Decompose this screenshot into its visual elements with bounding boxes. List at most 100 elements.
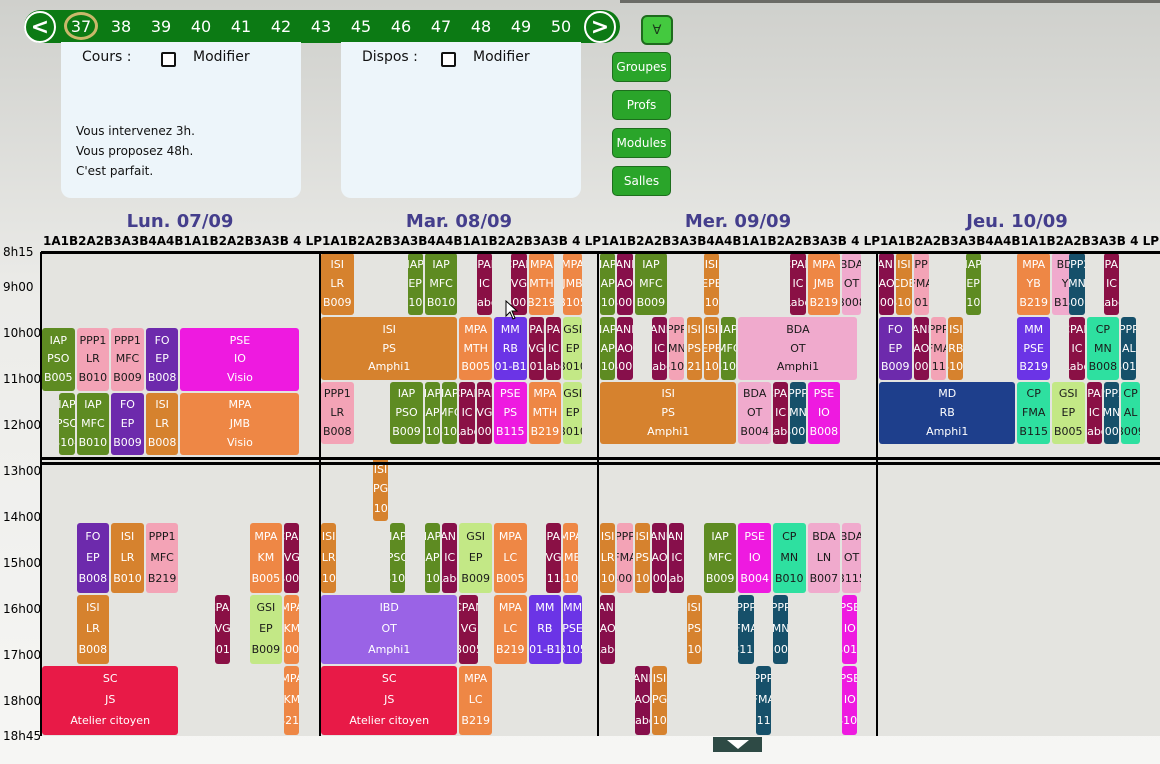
week-45[interactable]: 45 — [341, 10, 381, 43]
course-block[interactable]: MM PSE B219 — [1017, 317, 1050, 380]
course-block[interactable]: IAP PSO B102 — [390, 523, 406, 593]
course-block[interactable]: ISI LR B010 — [111, 523, 144, 593]
course-block[interactable]: PPP MN B009 — [790, 381, 806, 445]
course-block[interactable]: ISI PG B101 — [372, 457, 389, 522]
course-block[interactable]: ISI LR B009 — [321, 253, 354, 316]
course-block[interactable]: CP MN B010 — [773, 523, 806, 593]
course-block[interactable]: CPAN VG B005 — [459, 594, 479, 664]
course-block[interactable]: MPA LC B219 — [459, 665, 492, 735]
course-block[interactable]: ANI AO B005 — [879, 253, 895, 316]
course-block[interactable]: CPAN VG B115 — [545, 523, 562, 593]
course-block[interactable]: ANI AO B005 — [913, 317, 929, 380]
course-block[interactable]: ISI PS B102 — [634, 523, 650, 593]
course-block[interactable]: MPA KM B005 — [249, 523, 283, 593]
course-block[interactable]: CP MN B008 — [1086, 317, 1120, 380]
course-block[interactable]: PPP2 MN B008 — [1069, 253, 1085, 316]
course-block[interactable]: SC JS Atelier citoyen — [42, 665, 179, 735]
cours-modify-checkbox[interactable] — [161, 52, 176, 67]
course-block[interactable]: FO EP B009 — [879, 317, 912, 380]
scroll-down-button[interactable] — [713, 737, 762, 752]
groupes-button[interactable]: Groupes — [612, 52, 671, 82]
course-block[interactable]: IAP MFC B009 — [634, 253, 668, 316]
course-block[interactable]: IBD OT Amphi1 — [321, 594, 458, 664]
course-block[interactable]: CPAN IC Labo — [459, 381, 475, 445]
course-block[interactable]: PPP AL B010 — [1121, 317, 1137, 380]
week-41[interactable]: 41 — [221, 10, 261, 43]
course-block[interactable]: ISI LR B106 — [321, 523, 337, 593]
course-block[interactable]: PSE IO B008 — [807, 381, 841, 445]
course-block[interactable]: IAP MFC B010 — [424, 253, 458, 316]
course-block[interactable]: CP AL B009 — [1121, 381, 1140, 445]
dispos-modify-checkbox[interactable] — [441, 52, 456, 67]
course-block[interactable]: IAP MFC B009 — [703, 523, 737, 593]
course-block[interactable]: PPP1 LR B008 — [321, 381, 354, 445]
week-40[interactable]: 40 — [181, 10, 221, 43]
course-block[interactable]: FO EP B009 — [111, 392, 144, 455]
course-block[interactable]: ANI AO B005 — [651, 523, 668, 593]
course-block[interactable]: MPA LC B219 — [494, 594, 527, 664]
course-block[interactable]: BDA OT Amphi1 — [738, 317, 858, 380]
course-block[interactable]: MPA JMB B105 — [563, 253, 582, 316]
course-block[interactable]: IAP PSO B005 — [42, 328, 75, 391]
course-block[interactable]: ANI AO Labo — [600, 594, 616, 664]
any-week-button[interactable]: ∀ — [641, 15, 673, 45]
course-block[interactable]: IAP EP B106 — [965, 253, 981, 316]
course-block[interactable]: IAP AP B101 — [424, 381, 441, 445]
profs-button[interactable]: Profs — [612, 90, 671, 120]
week-39[interactable]: 39 — [141, 10, 181, 43]
course-block[interactable]: MM RB B101-B102 — [528, 594, 562, 664]
course-block[interactable]: CPAN IC Labo — [790, 253, 806, 316]
course-block[interactable]: MPA KM B219 — [284, 665, 300, 735]
course-block[interactable]: PPP MN B101 — [669, 317, 685, 380]
week-38[interactable]: 38 — [101, 10, 141, 43]
course-block[interactable]: MM RB B101-B102 — [494, 317, 527, 380]
course-block[interactable]: PSE IO Visio — [180, 328, 300, 391]
course-block[interactable]: MPA LC B005 — [494, 523, 527, 593]
course-block[interactable]: GSI EP B009 — [249, 594, 283, 664]
week-47[interactable]: 47 — [421, 10, 461, 43]
course-block[interactable]: ISI PS B104 — [686, 594, 702, 664]
week-42[interactable]: 42 — [261, 10, 301, 43]
course-block[interactable]: MM PSE B105 — [563, 594, 582, 664]
course-block[interactable]: IAP AP B101 — [424, 523, 441, 593]
course-block[interactable]: BDA OT B115 — [842, 523, 861, 593]
course-block[interactable]: IAP MFC B102 — [442, 381, 458, 445]
previous-week-button[interactable]: < — [24, 11, 56, 43]
course-block[interactable]: IAP MFC B010 — [76, 392, 110, 455]
course-block[interactable]: CPAN IC Labo — [1103, 253, 1120, 316]
course-block[interactable]: ISI EPE B103 — [703, 253, 720, 316]
course-block[interactable]: CPAN VG B010 — [528, 317, 544, 380]
course-block[interactable]: ISI LR B106 — [600, 523, 616, 593]
course-block[interactable]: IAP PSO B104 — [59, 392, 75, 455]
course-block[interactable]: PPP2 MN B008 — [1103, 381, 1120, 445]
course-block[interactable]: IAP PSO B009 — [390, 381, 423, 445]
course-block[interactable]: MPA JMB Visio — [180, 392, 300, 455]
course-block[interactable]: ANI AO B005 — [617, 253, 633, 316]
course-block[interactable]: ISI CDE B101 — [896, 253, 912, 316]
salles-button[interactable]: Salles — [612, 166, 671, 196]
course-block[interactable]: ANI IC Labo — [442, 523, 458, 593]
course-block[interactable]: CPAN IC Labo — [1069, 317, 1085, 380]
course-block[interactable]: SC JS Atelier citoyen — [321, 665, 458, 735]
course-block[interactable]: MPA KM B005 — [284, 594, 300, 664]
course-block[interactable]: BDA OT B008 — [842, 253, 861, 316]
course-block[interactable]: CPAN IC Labo — [773, 381, 789, 445]
course-block[interactable]: CPAN VG B005 — [476, 381, 492, 445]
course-block[interactable]: ANI AO Labo — [634, 665, 650, 735]
course-block[interactable]: MD RB Amphi1 — [879, 381, 1016, 445]
course-block[interactable]: PSE IO B010 — [842, 594, 858, 664]
course-block[interactable]: ANI AO B005 — [617, 317, 633, 380]
week-37[interactable]: 37 — [64, 12, 98, 40]
course-block[interactable]: ISI PG B102 — [651, 665, 668, 735]
course-block[interactable]: GSI EP B009 — [459, 523, 492, 593]
course-block[interactable]: PPP MN B009 — [773, 594, 789, 664]
course-block[interactable]: CPAN VG B009 — [284, 523, 300, 593]
course-block[interactable]: CP FMA B115 — [1017, 381, 1050, 445]
course-block[interactable]: GSI EP B005 — [1052, 381, 1085, 445]
course-block[interactable]: ISI PS Amphi1 — [321, 317, 458, 380]
course-block[interactable]: ISI PS Amphi1 — [600, 381, 737, 445]
course-block[interactable]: CPAN IC Labo — [545, 317, 562, 380]
course-block[interactable]: PPP FMA B115 — [755, 665, 771, 735]
course-block[interactable]: PSE IO B104 — [842, 665, 858, 735]
course-block[interactable]: CPAN VG B010 — [215, 594, 231, 664]
